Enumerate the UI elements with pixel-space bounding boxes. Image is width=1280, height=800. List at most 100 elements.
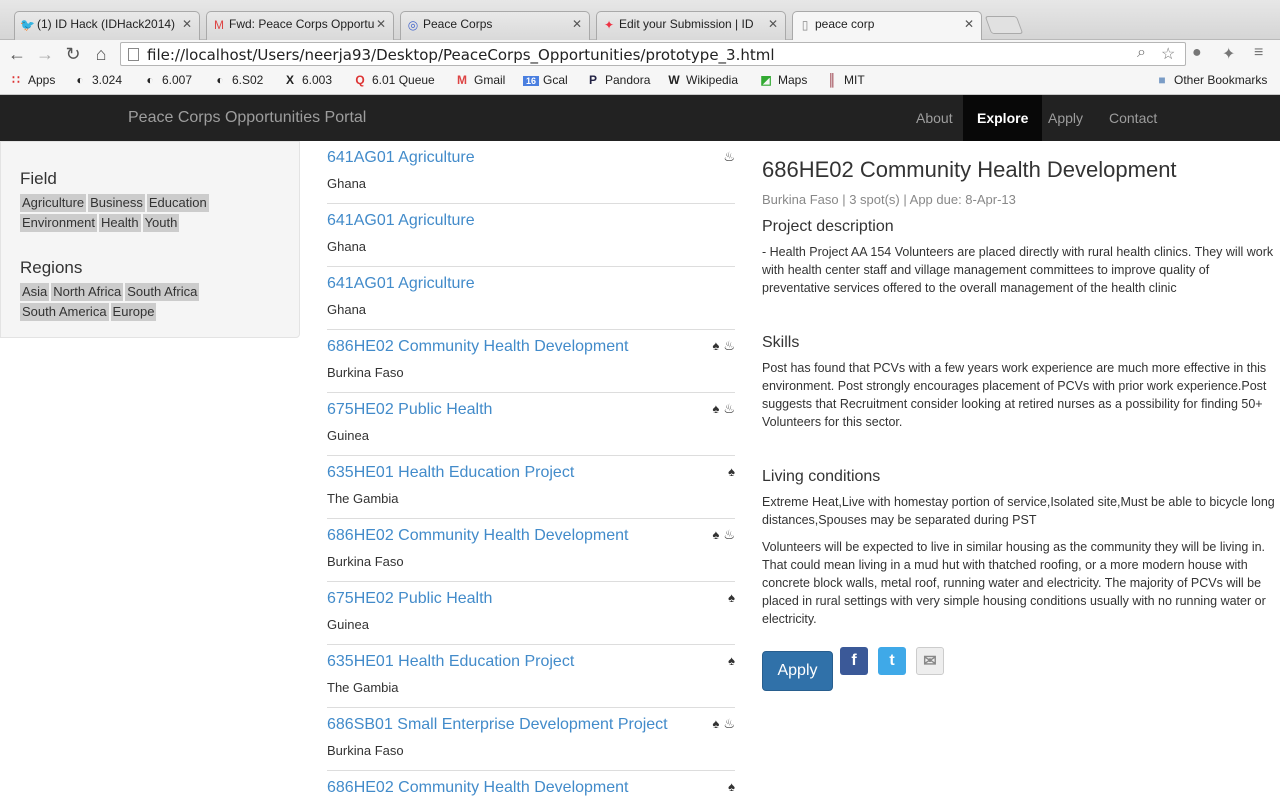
bookmark-3024[interactable]: ◐ 3.024 [72, 73, 122, 87]
gmail-icon: M [457, 73, 467, 87]
filter-tag[interactable]: North Africa [51, 283, 124, 301]
bookmark-apps[interactable]: ∷ Apps [8, 73, 55, 87]
opportunity-title-link[interactable]: 635HE01 Health Education Project [327, 653, 574, 671]
bookmark-pandora[interactable]: P Pandora [585, 73, 650, 87]
close-icon[interactable]: ✕ [376, 17, 386, 31]
fire-icon: ♨ [723, 716, 735, 731]
brand-link[interactable]: Peace Corps Opportunities Portal [128, 109, 366, 127]
filter-tag[interactable]: Health [98, 214, 141, 232]
browser-tab[interactable]: ◎ Peace Corps ✕ [400, 11, 590, 40]
detail-meta: Burkina Faso | 3 spot(s) | App due: 8-Ap… [762, 192, 1016, 207]
list-item[interactable]: 675HE02 Public Health Guinea ♠ [327, 582, 735, 645]
browser-tab-active[interactable]: ▯ peace corp ✕ [792, 11, 982, 40]
filter-tag[interactable]: Environment [20, 214, 97, 232]
bookmark-label: Maps [778, 73, 808, 87]
opportunity-icons: ♠ ♨ [708, 527, 735, 543]
bookmark-601-queue[interactable]: Q 6.01 Queue [352, 73, 434, 87]
bookmark-label: Gcal [543, 73, 568, 87]
opportunity-title-link[interactable]: 686HE02 Community Health Development [327, 779, 628, 797]
email-icon[interactable]: ✉ [916, 647, 944, 675]
url-text[interactable]: file://localhost/Users/neerja93/Desktop/… [147, 46, 775, 64]
list-item[interactable]: 686HE02 Community Health Development ♠ [327, 771, 735, 800]
opportunity-title-link[interactable]: 641AG01 Agriculture [327, 149, 475, 167]
bookmark-label: Wikipedia [686, 73, 739, 87]
opportunity-title-link[interactable]: 635HE01 Health Education Project [327, 464, 574, 482]
twitter-icon[interactable]: t [878, 647, 906, 675]
other-bookmarks[interactable]: ■ Other Bookmarks [1154, 73, 1267, 87]
filter-tag[interactable]: Youth [142, 214, 180, 232]
opportunity-title-link[interactable]: 675HE02 Public Health [327, 401, 492, 419]
list-item[interactable]: 635HE01 Health Education Project The Gamb… [327, 645, 735, 708]
opportunity-title-link[interactable]: 686HE02 Community Health Development [327, 338, 628, 356]
region-tags: Asia North Africa South Africa South Americ… [20, 283, 282, 323]
close-icon[interactable]: ✕ [182, 17, 192, 31]
new-tab-button[interactable] [984, 16, 1024, 34]
opportunity-title-link[interactable]: 686HE02 Community Health Development [327, 527, 628, 545]
list-item[interactable]: 641AG01 Agriculture Ghana [327, 267, 735, 330]
bookmark-gmail[interactable]: M Gmail [454, 73, 505, 87]
opportunity-title-link[interactable]: 675HE02 Public Health [327, 590, 492, 608]
twitter-icon: 🐦 [20, 18, 35, 32]
home-icon[interactable]: ⌂ [90, 43, 112, 65]
address-bar[interactable]: file://localhost/Users/neerja93/Desktop/… [120, 42, 1186, 66]
bookmark-6003[interactable]: X 6.003 [282, 73, 332, 87]
facebook-icon[interactable]: f [840, 647, 868, 675]
list-item[interactable]: 675HE02 Public Health Guinea ♠ ♨ [327, 393, 735, 456]
bookmark-6s02[interactable]: ◐ 6.S02 [212, 73, 263, 87]
bookmark-mit[interactable]: ║ MIT [824, 73, 865, 87]
filter-tag[interactable]: Education [146, 194, 209, 212]
bookmark-gcal[interactable]: 16 Gcal [523, 73, 568, 87]
fire-icon: ♨ [723, 338, 735, 353]
bookmark-label: Gmail [474, 73, 506, 87]
back-icon[interactable]: ← [6, 43, 28, 65]
queue-logo-icon: Q [355, 73, 365, 87]
filter-tag[interactable]: Europe [110, 303, 157, 321]
tree-icon: ♠ [728, 653, 735, 668]
filter-tag[interactable]: Business [88, 194, 145, 212]
opportunity-title-link[interactable]: 641AG01 Agriculture [327, 275, 475, 293]
reload-icon[interactable]: ↻ [62, 43, 84, 65]
list-item[interactable]: 686SB01 Small Enterprise Development Pro… [327, 708, 735, 771]
skills-heading: Skills [762, 334, 800, 351]
nav-apply[interactable]: Apply [1034, 95, 1097, 141]
forward-icon[interactable]: → [34, 43, 56, 65]
nav-explore[interactable]: Explore [963, 95, 1043, 141]
star-icon[interactable]: ☆ [1161, 44, 1175, 64]
filter-tag[interactable]: South America [20, 303, 109, 321]
filter-tag[interactable]: South Africa [125, 283, 200, 301]
extension-icon[interactable]: ● [1192, 44, 1202, 62]
list-item[interactable]: 686HE02 Community Health Development Burk… [327, 330, 735, 393]
nav-contact[interactable]: Contact [1095, 95, 1171, 141]
page-icon: ▯ [801, 18, 809, 32]
opportunity-country: Guinea [327, 428, 369, 443]
filter-tag[interactable]: Agriculture [20, 194, 87, 212]
filter-tag[interactable]: Asia [20, 283, 50, 301]
close-icon[interactable]: ✕ [768, 17, 778, 31]
bookmark-maps[interactable]: ◩ Maps [758, 73, 807, 87]
close-icon[interactable]: ✕ [572, 17, 582, 31]
opportunity-title-link[interactable]: 641AG01 Agriculture [327, 212, 475, 230]
nav-about[interactable]: About [902, 95, 967, 141]
browser-tab[interactable]: 🐦 (1) ID Hack (IDHack2014) ✕ [14, 11, 200, 40]
list-item[interactable]: 635HE01 Health Education Project The Gamb… [327, 456, 735, 519]
page-icon [128, 48, 139, 61]
list-item[interactable]: 686HE02 Community Health Development Burk… [327, 519, 735, 582]
close-icon[interactable]: ✕ [964, 17, 974, 31]
bookmark-wikipedia[interactable]: W Wikipedia [666, 73, 738, 87]
tab-label: peace corp [815, 17, 875, 31]
site-navbar: Peace Corps Opportunities Portal About E… [0, 95, 1280, 141]
search-icon[interactable]: ⌕ [1137, 44, 1146, 62]
list-item[interactable]: 641AG01 Agriculture Ghana ♨ [327, 141, 735, 204]
menu-icon[interactable]: ≡ [1254, 44, 1263, 62]
browser-tab[interactable]: ✦ Edit your Submission | ID ✕ [596, 11, 786, 40]
bookmark-logo-icon: ◐ [216, 73, 224, 87]
puzzle-icon[interactable]: ✦ [1222, 44, 1235, 64]
housing-text: Volunteers will be expected to live in s… [762, 540, 1266, 626]
opportunity-title-link[interactable]: 686SB01 Small Enterprise Development Pro… [327, 716, 668, 734]
browser-tab[interactable]: M Fwd: Peace Corps Opportu ✕ [206, 11, 394, 40]
living-conditions-text: Extreme Heat,Live with homestay portion … [762, 495, 1275, 527]
apply-button[interactable]: Apply [762, 651, 833, 691]
list-item[interactable]: 641AG01 Agriculture Ghana [327, 204, 735, 267]
field-heading: Field [20, 169, 57, 188]
bookmark-6007[interactable]: ◐ 6.007 [142, 73, 192, 87]
